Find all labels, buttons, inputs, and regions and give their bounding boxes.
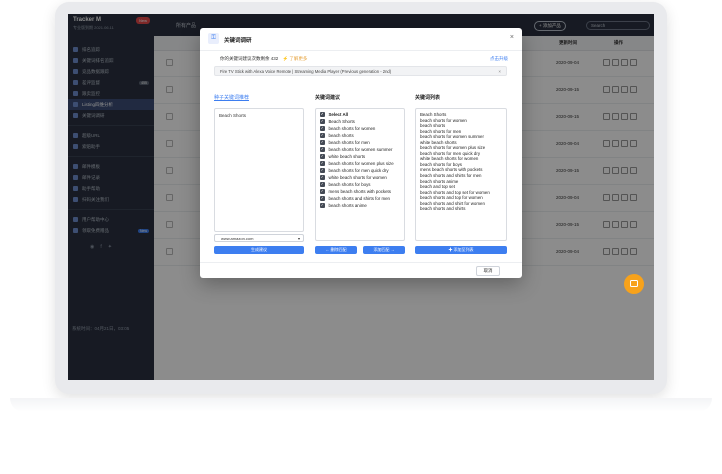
suggestion-label: beach shorts for women summer [328,146,393,152]
keyword-list[interactable]: Beach Shorts beach shorts for women beach … [415,108,507,241]
check-icon[interactable]: ✓ [320,175,325,180]
check-icon[interactable]: ✓ [320,119,325,124]
seed-keyword-value: Beach Shorts [219,113,247,118]
device-base [10,398,712,412]
suggestion-label: beach shorts anime [328,202,367,208]
suggestion-label: white beach shorts [328,153,366,159]
quota-info: 你的关键词建议次数剩余 432 ⚡ 了解更多 [220,56,307,62]
suggestion-item[interactable]: ✓ beach shorts for boys [320,182,400,187]
suggestion-label: beach shorts for men [328,139,370,145]
suggestion-item[interactable]: ✓ beach shorts for men [320,140,400,145]
app-screen: Tracker M 专业版到期 2021.06.11 New 排名追踪 关键词排名… [68,14,654,380]
cancel-button[interactable]: 取消 [476,266,500,276]
suggestion-item[interactable]: ✓ beach shorts for women plus size [320,161,400,166]
upgrade-link[interactable]: 点击升级 [490,56,508,62]
suggestion-label: mens beach shorts with pockets [328,188,391,194]
remove-match-button[interactable]: ← 删除匹配 [315,246,357,254]
marketplace-value: www.amazon.com [221,236,254,241]
keyword-list-item[interactable]: beach shorts and shirts [420,206,502,212]
learn-more-link[interactable]: ⚡ 了解更多 [283,56,308,61]
check-icon[interactable]: ✓ [320,154,325,159]
keyword-research-modal: ⚿ 关键词调研 × 你的关键词建议次数剩余 432 ⚡ 了解更多 点击升级 Fi… [200,28,522,278]
suggestion-item[interactable]: ✓ beach shorts and shirts for men [320,196,400,201]
check-icon[interactable]: ✓ [320,196,325,201]
suggestion-list[interactable]: ✓ Select All ✓ Beach Shorts ✓ beach shorts fo… [315,108,405,241]
clear-icon[interactable]: × [498,67,501,77]
keyword-list-title: 关键词列表 [415,95,441,101]
generate-suggestions-button[interactable]: 生成建议 [214,246,304,254]
chat-button[interactable] [624,274,644,294]
suggestion-item[interactable]: ✓ mens beach shorts with pockets [320,189,400,194]
suggestion-label: beach shorts for women plus size [328,160,394,166]
suggestion-item[interactable]: ✓ beach shorts for women summer [320,147,400,152]
select-all-checkbox[interactable]: ✓ Select All [320,112,400,117]
modal-title: 关键词调研 [224,38,252,44]
suggestion-label: beach shorts for boys [328,181,371,187]
check-icon[interactable]: ✓ [320,147,325,152]
check-icon[interactable]: ✓ [320,140,325,145]
check-icon[interactable]: ✓ [320,161,325,166]
modal-header: ⚿ 关键词调研 × [200,28,522,51]
suggestion-label: Beach Shorts [328,118,355,124]
check-icon[interactable]: ✓ [320,168,325,173]
add-match-button[interactable]: 添加匹配 → [363,246,405,254]
suggestion-item[interactable]: ✓ white beach shorts [320,154,400,159]
check-icon[interactable]: ✓ [320,182,325,187]
suggestion-item[interactable]: ✓ beach shorts anime [320,203,400,208]
add-to-list-button[interactable]: ✚ 添加至列表 [415,246,507,254]
chevron-down-icon: ▾ [297,236,300,241]
product-select[interactable]: Fire TV Stick with Alexa Voice Remote | … [214,66,507,76]
suggestion-label: beach shorts [328,132,354,138]
suggestion-item[interactable]: ✓ beach shorts for men quick dry [320,168,400,173]
check-icon[interactable]: ✓ [320,189,325,194]
suggestion-label: beach shorts for women [328,125,376,131]
modal-footer: 取消 [200,262,522,279]
check-icon[interactable]: ✓ [320,133,325,138]
suggestion-label: Select All [328,112,349,117]
suggestion-item[interactable]: ✓ beach shorts [320,133,400,138]
check-icon[interactable]: ✓ [320,203,325,208]
suggestion-label: beach shorts for men quick dry [328,167,389,173]
suggestion-item[interactable]: ✓ white beach shorts for women [320,175,400,180]
suggestion-label: beach shorts and shirts for men [328,195,391,201]
suggestion-item[interactable]: ✓ Beach Shorts [320,119,400,124]
seed-keyword-input[interactable]: Beach Shorts [214,108,304,232]
check-icon[interactable]: ✓ [320,126,325,131]
suggestion-label: white beach shorts for women [328,174,387,180]
suggestions-title: 关键词建议 [315,95,341,101]
learn-more-label: 了解更多 [289,56,308,61]
quota-text: 你的关键词建议次数剩余 432 [220,56,279,61]
marketplace-select[interactable]: www.amazon.com ▾ [214,234,304,242]
check-icon[interactable]: ✓ [320,112,325,117]
close-icon[interactable]: × [510,34,514,41]
product-select-value: Fire TV Stick with Alexa Voice Remote | … [220,69,392,74]
seed-keyword-title[interactable]: 种子关键词推荐 [214,94,249,101]
chat-icon [630,280,638,287]
suggestion-item[interactable]: ✓ beach shorts for women [320,126,400,131]
key-icon: ⚿ [208,33,219,44]
